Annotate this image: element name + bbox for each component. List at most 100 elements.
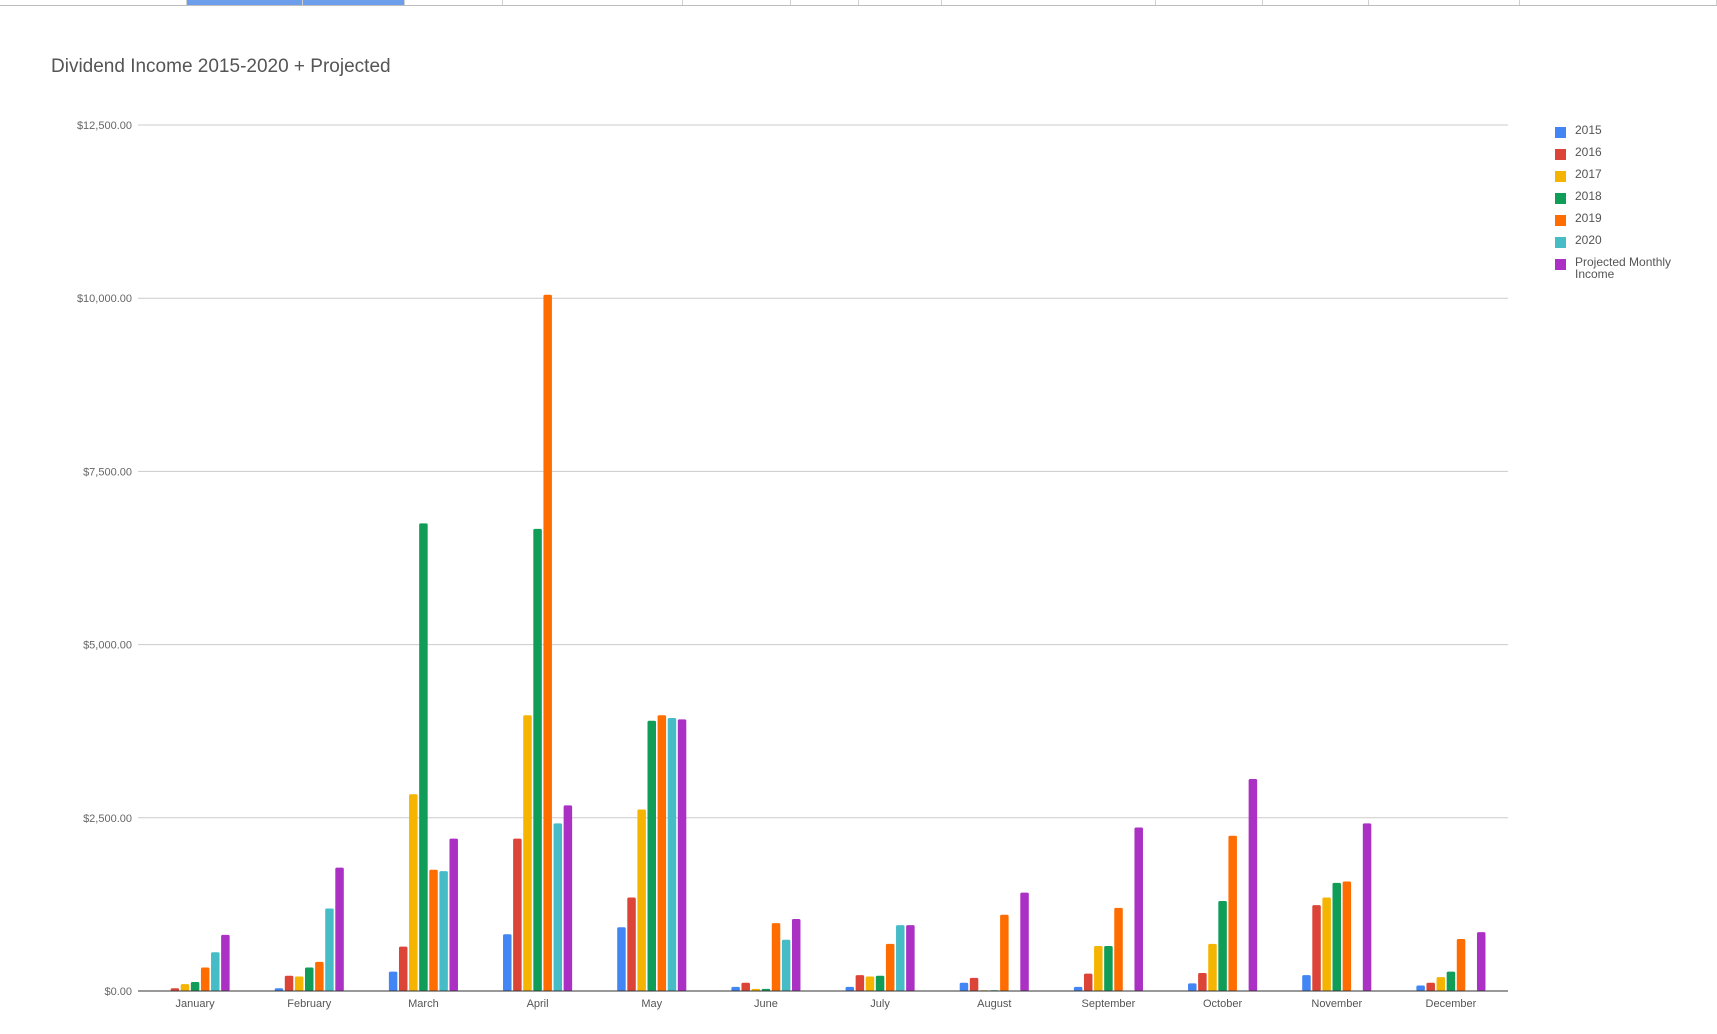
bar-january-2020[interactable] (211, 952, 220, 991)
bar-september-2018[interactable] (1104, 945, 1113, 991)
bar-september-projected-monthly-income[interactable] (1134, 827, 1143, 992)
bar-february-2017[interactable] (294, 976, 304, 991)
bar-october-2019[interactable] (1228, 835, 1237, 991)
bar-august-2016[interactable] (969, 977, 979, 991)
bar-july-2016[interactable] (855, 975, 865, 991)
bar-july-projected-monthly-income[interactable] (906, 925, 915, 991)
x-tick-label: September (1082, 998, 1136, 1010)
legend-swatch (1555, 171, 1566, 182)
legend-item[interactable]: 2016 (1555, 146, 1715, 168)
bar-may-2016[interactable] (627, 897, 636, 991)
bars (170, 294, 1486, 992)
bar-june-2020[interactable] (781, 939, 791, 991)
bar-december-projected-monthly-income[interactable] (1476, 932, 1486, 991)
bar-february-2016[interactable] (284, 975, 294, 991)
bar-august-2019[interactable] (1000, 914, 1009, 991)
bar-august-2015[interactable] (959, 982, 969, 991)
bar-june-2019[interactable] (771, 923, 781, 991)
x-tick-label: July (870, 998, 890, 1010)
bar-march-projected-monthly-income[interactable] (449, 838, 458, 991)
bar-march-2017[interactable] (409, 794, 418, 991)
x-tick-label: May (641, 998, 662, 1010)
bar-august-projected-monthly-income[interactable] (1020, 892, 1029, 991)
bar-july-2019[interactable] (885, 943, 895, 991)
legend-swatch (1555, 127, 1566, 138)
bar-february-2019[interactable] (315, 961, 324, 991)
bar-march-2015[interactable] (388, 971, 398, 991)
bar-september-2019[interactable] (1114, 907, 1123, 991)
bar-october-2016[interactable] (1198, 972, 1207, 991)
bar-november-2019[interactable] (1342, 881, 1352, 991)
bar-february-projected-monthly-income[interactable] (335, 867, 344, 991)
bar-september-2016[interactable] (1083, 973, 1093, 991)
bar-april-2017[interactable] (523, 715, 532, 991)
x-tick-label: November (1311, 998, 1362, 1010)
bar-november-2015[interactable] (1302, 975, 1311, 991)
legend-item[interactable]: 2019 (1555, 212, 1715, 234)
legend: 2015 2016 2017 2018 2019 2020 Projected Monthl… (1555, 124, 1715, 286)
y-tick-label: $5,000.00 (83, 640, 132, 652)
bar-may-2019[interactable] (657, 715, 667, 991)
bar-april-2018[interactable] (533, 528, 542, 991)
bar-june-2016[interactable] (741, 982, 750, 991)
bar-april-2016[interactable] (513, 838, 522, 991)
bar-january-2019[interactable] (200, 967, 210, 991)
legend-label: 2015 (1575, 123, 1602, 137)
legend-swatch (1555, 149, 1566, 160)
bar-march-2018[interactable] (419, 523, 428, 991)
legend-label: Projected Monthly Income (1575, 255, 1672, 281)
bar-november-2018[interactable] (1332, 882, 1342, 991)
bar-december-2018[interactable] (1446, 971, 1456, 991)
bar-november-2016[interactable] (1312, 905, 1321, 991)
bar-july-2015[interactable] (845, 986, 855, 991)
bar-march-2019[interactable] (429, 869, 438, 991)
y-tick-label: $7,500.00 (83, 466, 132, 478)
bar-january-2018[interactable] (190, 981, 200, 991)
bar-may-2018[interactable] (647, 720, 657, 991)
bar-march-2020[interactable] (439, 871, 448, 991)
legend-item[interactable]: 2015 (1555, 124, 1715, 146)
x-tick-label: June (754, 998, 778, 1010)
bar-may-2017[interactable] (637, 809, 646, 991)
bar-september-2017[interactable] (1094, 945, 1103, 991)
bar-july-2017[interactable] (865, 976, 875, 991)
bar-may-2020[interactable] (667, 718, 677, 991)
legend-item[interactable]: 2018 (1555, 190, 1715, 212)
legend-swatch (1555, 237, 1566, 248)
bar-october-2017[interactable] (1208, 943, 1217, 991)
y-tick-label: $2,500.00 (83, 813, 132, 825)
bar-september-2015[interactable] (1073, 986, 1083, 991)
bar-january-2017[interactable] (180, 984, 190, 991)
bar-december-2017[interactable] (1436, 977, 1446, 991)
bar-march-2016[interactable] (398, 946, 408, 991)
bar-october-2015[interactable] (1188, 983, 1197, 991)
bar-april-projected-monthly-income[interactable] (563, 805, 573, 991)
bar-february-2020[interactable] (325, 908, 334, 991)
legend-item[interactable]: 2020 (1555, 234, 1715, 256)
bar-may-2015[interactable] (617, 927, 626, 991)
bar-april-2020[interactable] (553, 823, 563, 991)
bar-june-2015[interactable] (731, 986, 740, 991)
bar-november-2017[interactable] (1322, 897, 1331, 991)
bar-april-2015[interactable] (503, 934, 512, 991)
bar-november-projected-monthly-income[interactable] (1362, 823, 1372, 991)
legend-item[interactable]: Projected Monthly Income (1555, 256, 1715, 286)
bar-december-2016[interactable] (1426, 982, 1435, 991)
bar-may-projected-monthly-income[interactable] (677, 719, 687, 991)
bar-january-projected-monthly-income[interactable] (221, 934, 230, 991)
bar-october-projected-monthly-income[interactable] (1248, 779, 1258, 991)
y-axis-tick-labels: $0.00 $2,500.00 $5,000.00 $7,500.00 $10,000.… (77, 120, 132, 998)
legend-swatch (1555, 215, 1566, 226)
legend-swatch (1555, 259, 1566, 270)
bar-february-2018[interactable] (305, 967, 314, 991)
bar-october-2018[interactable] (1218, 900, 1227, 991)
x-tick-label: April (527, 998, 549, 1010)
x-tick-label: October (1203, 998, 1242, 1010)
legend-item[interactable]: 2017 (1555, 168, 1715, 190)
bar-july-2020[interactable] (896, 925, 905, 991)
bar-april-2019[interactable] (543, 294, 552, 991)
bar-july-2018[interactable] (875, 975, 885, 991)
bar-june-projected-monthly-income[interactable] (791, 918, 801, 991)
bar-december-2015[interactable] (1416, 985, 1425, 991)
bar-december-2019[interactable] (1456, 939, 1466, 991)
